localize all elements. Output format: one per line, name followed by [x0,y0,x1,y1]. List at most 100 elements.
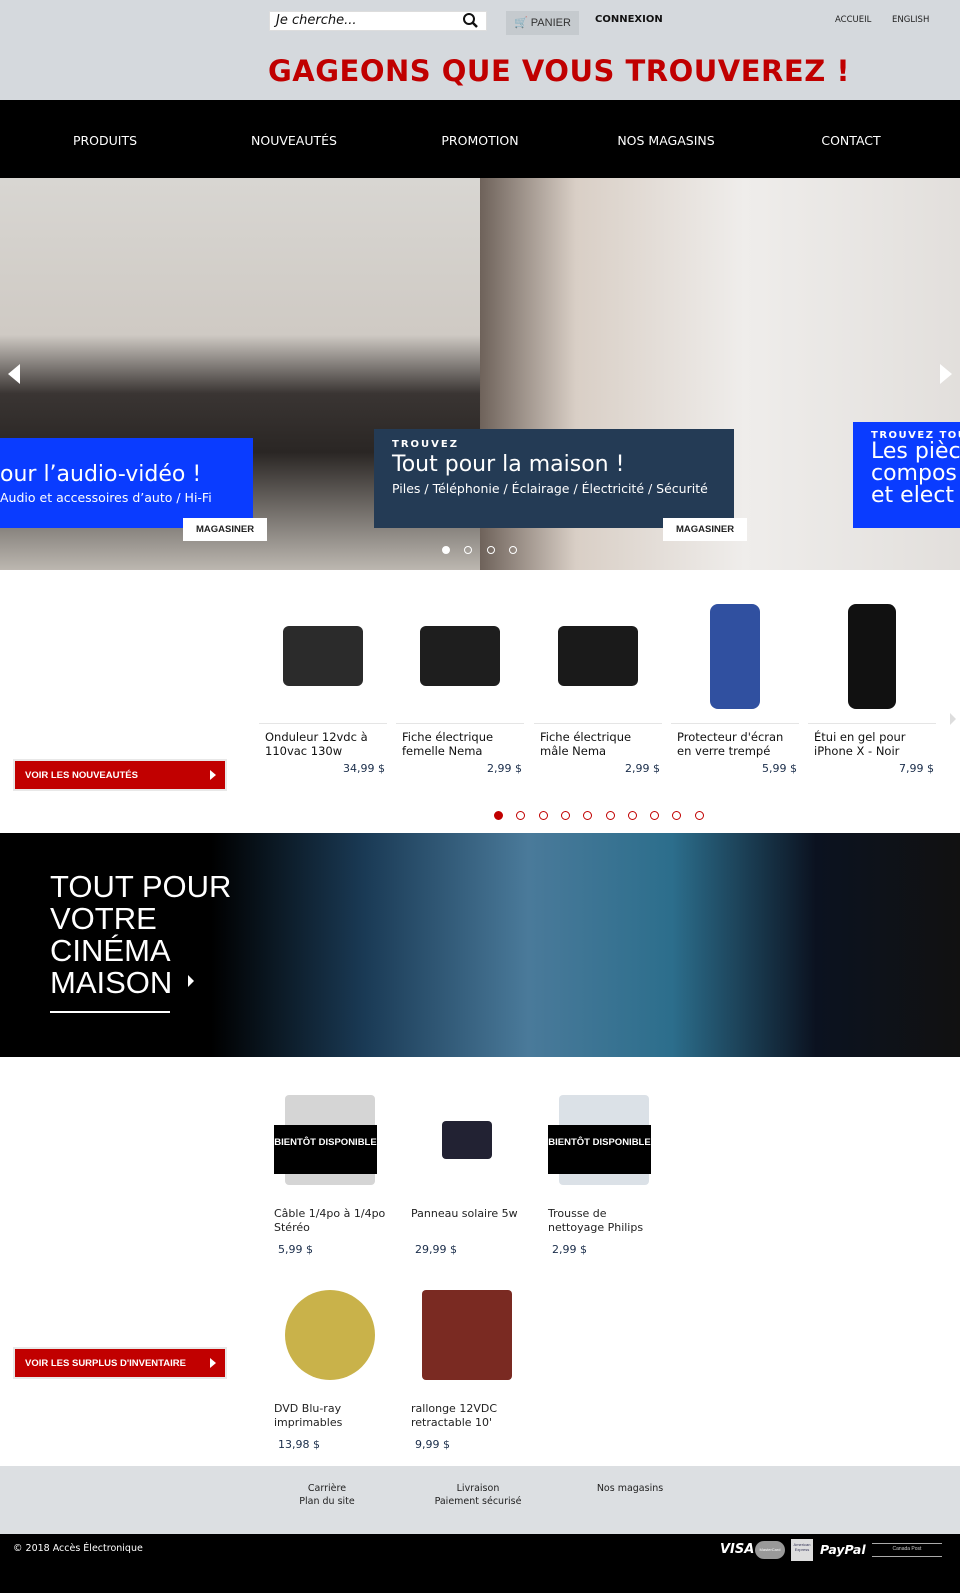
product-image [411,1280,523,1390]
next-products-icon[interactable] [950,713,956,725]
product-image: BIENTÔT DISPONIBLE [548,1085,660,1195]
divider [534,723,662,724]
view-new-button[interactable]: VOIR LES NOUVEAUTÉS [13,759,227,791]
footer-link-sitemap[interactable]: Plan du site [290,1495,364,1508]
slide-subtitle: Piles / Téléphonie / Éclairage / Électri… [392,481,708,496]
nav-new[interactable]: NOUVEAUTÉS [251,133,337,148]
product-card[interactable]: Fiche électrique mâle Nema 2,99 $ [534,597,662,775]
surplus-product-card[interactable]: DVD Blu-ray imprimables 13,98 $ [274,1280,386,1451]
tagline: GAGEONS QUE VOUS TROUVEREZ ! [268,54,851,88]
footer-link-careers[interactable]: Carrière [290,1482,364,1495]
product-name: Câble 1/4po à 1/4po Stéréo [274,1207,386,1234]
slide-subtitle: Audio et accessoires d’auto / Hi-Fi [0,490,212,505]
surplus-product-card[interactable]: rallonge 12VDC retractable 10' 9,99 $ [411,1280,523,1451]
product-image [396,597,524,715]
language-link[interactable]: ENGLISH [892,15,929,25]
product-price: 2,99 $ [625,762,660,775]
product-name: Fiche électrique mâle Nema [540,730,632,758]
product-image [411,1085,523,1195]
carousel-dot[interactable] [538,811,548,820]
footer-link-secure-payment[interactable]: Paiement sécurisé [425,1495,531,1508]
nav-contact[interactable]: CONTACT [821,133,880,148]
bottom-bar: © 2018 Accès Électronique VISA MasterCar… [0,1534,960,1593]
nav-stores[interactable]: NOS MAGASINS [617,133,714,148]
product-name: Protecteur d'écran en verre trempé [677,730,784,758]
product-name: Trousse de nettoyage Philips [548,1207,644,1234]
product-card[interactable]: Fiche électrique femelle Nema 2,99 $ [396,597,524,775]
hero-carousel[interactable]: our l’audio-vidéo ! Audio et accessoires… [0,178,960,570]
slide-kicker: TROUVEZ [392,439,459,450]
product-name: Onduleur 12vdc à 110vac 130w [265,730,368,758]
carousel-dot[interactable] [516,811,526,820]
product-image [671,597,799,715]
button-label: VOIR LES NOUVEAUTÉS [25,770,138,781]
mastercard-icon: MasterCard [755,1541,785,1559]
cart-button[interactable]: 🛒 PANIER [506,11,579,35]
nav-promotion[interactable]: PROMOTION [441,133,518,148]
mastercard-label: MasterCard [759,1547,781,1552]
login-link[interactable]: CONNEXION [595,14,663,25]
surplus-product-card[interactable]: BIENTÔT DISPONIBLE Trousse de nettoyage P… [548,1085,660,1256]
view-surplus-button[interactable]: VOIR LES SURPLUS D'INVENTAIRE [13,1347,227,1379]
shop-button-audio[interactable]: MAGASINER [183,518,268,541]
product-name: Étui en gel pour iPhone X - Noir [814,730,906,758]
search-icon[interactable] [462,12,480,30]
slide-caption-home: TROUVEZ Tout pour la maison ! Piles / Té… [374,429,734,528]
slide-title: Tout pour la maison ! [392,452,625,477]
product-name: rallonge 12VDC retractable 10' [411,1402,497,1429]
surplus-product-card[interactable]: Panneau solaire 5w 29,99 $ [411,1085,523,1256]
chevron-right-icon [210,1358,216,1368]
carousel-dot[interactable] [560,811,570,820]
carousel-dot[interactable] [627,811,637,820]
product-price: 34,99 $ [343,762,385,775]
footer-link-shipping[interactable]: Livraison [425,1482,531,1495]
product-name: Panneau solaire 5w [411,1207,518,1220]
shop-button-home[interactable]: MAGASINER [663,518,748,541]
product-image [274,1280,386,1390]
prev-slide-icon[interactable] [8,364,20,384]
product-price: 29,99 $ [415,1243,457,1256]
product-card[interactable]: Onduleur 12vdc à 110vac 130w 34,99 $ [259,597,387,775]
amex-label: American Express [793,1542,811,1552]
footer-link-stores[interactable]: Nos magasins [590,1482,670,1495]
product-price: 13,98 $ [278,1438,320,1451]
carousel-dot[interactable] [672,811,682,820]
button-label: VOIR LES SURPLUS D'INVENTAIRE [25,1358,186,1369]
paypal-icon: PayPal [820,1542,866,1557]
footer-links: Carrière Plan du site Livraison Paiement s… [0,1466,960,1534]
slide-dot[interactable] [464,546,472,554]
product-name: Fiche électrique femelle Nema [402,730,494,758]
carousel-dot[interactable] [583,811,593,820]
carousel-dot[interactable] [605,811,615,820]
product-card[interactable]: Protecteur d'écran en verre trempé 5,99 $ [671,597,799,775]
chevron-right-icon [188,975,194,987]
slide-dot[interactable] [487,546,495,554]
cart-icon: 🛒 [514,17,528,29]
home-link[interactable]: ACCUEIL [835,15,871,25]
product-image [259,597,387,715]
slide-title: Les pièc compos et elect [871,439,960,508]
home-cinema-banner[interactable]: TOUT POUR VOTRE CINÉMA MAISON [0,833,960,1057]
amex-icon: American Express [791,1539,813,1561]
product-price: 5,99 $ [278,1243,313,1256]
product-image [534,597,662,715]
product-card[interactable]: Étui en gel pour iPhone X - Noir 7,99 $ [808,597,936,775]
product-price: 2,99 $ [552,1243,587,1256]
copyright: © 2018 Accès Électronique [13,1543,143,1554]
canada-post-label: Canada Post [892,1546,922,1552]
divider [671,723,799,724]
surplus-product-card[interactable]: BIENTÔT DISPONIBLE Câble 1/4po à 1/4po St… [274,1085,386,1256]
slide-dot[interactable] [509,546,517,554]
slide-dot-active[interactable] [442,546,450,554]
carousel-dot[interactable] [494,811,503,820]
product-price: 7,99 $ [899,762,934,775]
carousel-dot[interactable] [650,811,660,820]
search-input[interactable]: Je cherche... [269,11,487,31]
slide-caption-parts: TROUVEZ TOU Les pièc compos et elect [853,422,960,528]
cart-label: PANIER [530,17,571,29]
next-slide-icon[interactable] [940,364,952,384]
nav-products[interactable]: PRODUITS [73,133,137,148]
product-price: 9,99 $ [415,1438,450,1451]
carousel-dot[interactable] [694,811,704,820]
product-name: DVD Blu-ray imprimables [274,1402,343,1429]
